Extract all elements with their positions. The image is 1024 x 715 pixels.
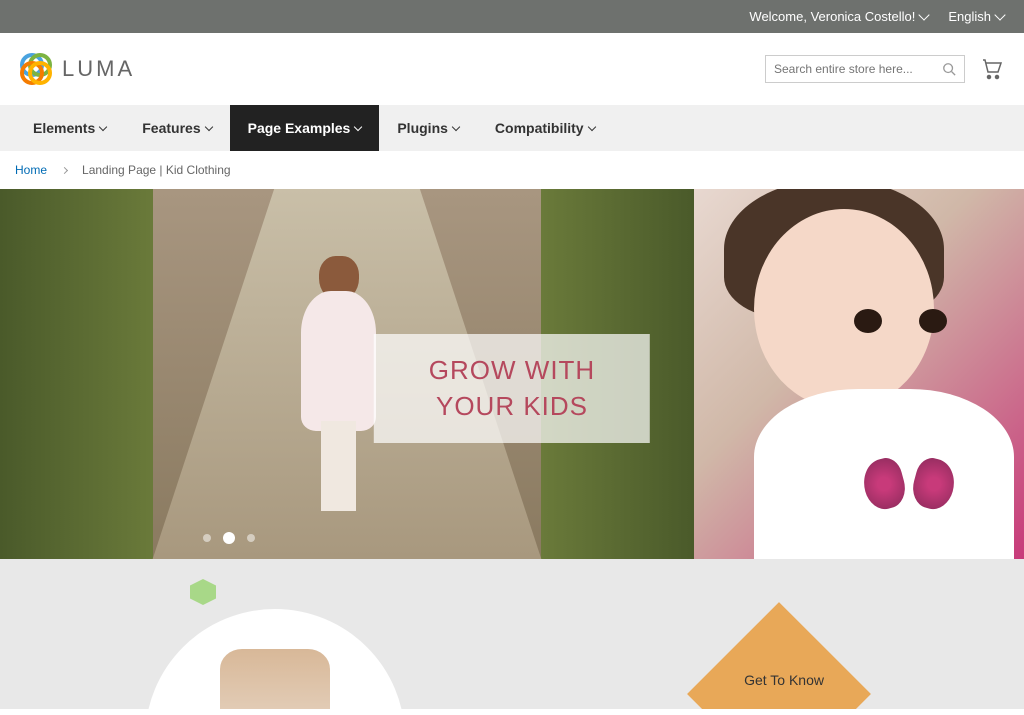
- search-box[interactable]: [765, 55, 965, 83]
- breadcrumb-current: Landing Page | Kid Clothing: [82, 163, 231, 177]
- search-input[interactable]: [774, 62, 942, 76]
- hero-banner: GROW WITH YOUR KIDS: [0, 189, 1024, 559]
- search-icon[interactable]: [942, 62, 956, 76]
- diamond-label: Get To Know: [744, 672, 824, 688]
- slider-dots: [203, 534, 255, 544]
- butterfly-icon: [864, 459, 954, 529]
- top-bar: Welcome, Veronica Costello! English: [0, 0, 1024, 33]
- hero-line-2: YOUR KIDS: [429, 388, 595, 424]
- chevron-down-icon: [587, 122, 595, 130]
- slider-dot-2[interactable]: [223, 532, 235, 544]
- chevron-down-icon: [354, 122, 362, 130]
- nav-elements[interactable]: Elements: [15, 105, 124, 151]
- chevron-down-icon: [99, 122, 107, 130]
- nav-features[interactable]: Features: [124, 105, 229, 151]
- welcome-dropdown[interactable]: Welcome, Veronica Costello!: [749, 9, 928, 24]
- nav-label: Plugins: [397, 120, 448, 136]
- chevron-down-icon: [204, 122, 212, 130]
- chevron-down-icon: [994, 9, 1005, 20]
- nav-label: Page Examples: [248, 120, 351, 136]
- nav-label: Compatibility: [495, 120, 584, 136]
- hexagon-decoration: [190, 579, 216, 605]
- nav-page-examples[interactable]: Page Examples: [230, 105, 380, 151]
- nav-label: Features: [142, 120, 200, 136]
- nav-compatibility[interactable]: Compatibility: [477, 105, 613, 151]
- product-circle[interactable]: [145, 609, 405, 709]
- header: LUMA: [0, 33, 1024, 105]
- header-right: [765, 55, 1004, 83]
- slider-dot-1[interactable]: [203, 534, 211, 542]
- language-dropdown[interactable]: English: [948, 9, 1004, 24]
- hero-line-1: GROW WITH: [429, 352, 595, 388]
- cart-icon[interactable]: [980, 57, 1004, 81]
- chevron-down-icon: [452, 122, 460, 130]
- main-nav: Elements Features Page Examples Plugins …: [0, 105, 1024, 151]
- slider-dot-3[interactable]: [247, 534, 255, 542]
- breadcrumbs: Home Landing Page | Kid Clothing: [0, 151, 1024, 189]
- brand-name: LUMA: [62, 56, 135, 82]
- logo[interactable]: LUMA: [20, 53, 135, 85]
- language-text: English: [948, 9, 991, 24]
- welcome-text: Welcome, Veronica Costello!: [749, 9, 915, 24]
- nav-plugins[interactable]: Plugins: [379, 105, 477, 151]
- diamond-decoration: [687, 602, 871, 709]
- hero-caption: GROW WITH YOUR KIDS: [374, 334, 650, 443]
- breadcrumb-home[interactable]: Home: [15, 163, 47, 177]
- chevron-down-icon: [919, 9, 930, 20]
- chevron-right-icon: [61, 166, 68, 173]
- feature-section: Get To Know: [0, 559, 1024, 709]
- logo-icon: [20, 53, 52, 85]
- nav-label: Elements: [33, 120, 95, 136]
- hero-image-right: [694, 189, 1024, 559]
- product-image: [220, 649, 330, 709]
- child-illustration: [291, 256, 381, 516]
